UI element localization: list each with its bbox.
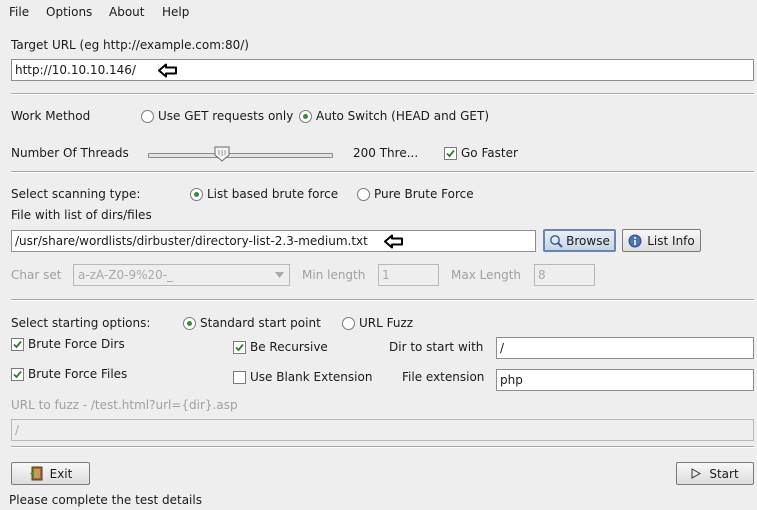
start-button[interactable]: Start [676,462,754,485]
menu-file[interactable]: File [9,5,29,19]
blank-extension-label: Use Blank Extension [250,370,373,384]
threads-slider[interactable] [148,153,333,158]
exit-label: Exit [49,466,73,481]
chevron-down-icon [275,272,284,278]
radio-url-fuzz[interactable] [342,317,355,330]
max-length-value: 8 [538,268,546,282]
arrow-left-icon [158,63,177,78]
target-url-input[interactable]: http://10.10.10.146/ [11,59,754,81]
browse-button[interactable]: Browse [543,229,616,252]
be-recursive-label: Be Recursive [250,340,328,354]
radio-list-based[interactable] [190,188,203,201]
menu-about[interactable]: About [109,5,144,19]
dir-start-input[interactable]: / [496,337,754,359]
menu-bar: File Options About Help [0,0,757,25]
status-text: Please complete the test details [9,493,202,507]
start-options-label: Select starting options: [11,316,151,330]
checkmark-icon [13,340,22,349]
work-method-label: Work Method [11,109,91,123]
blank-extension-checkbox[interactable] [233,371,246,384]
separator [11,171,754,173]
brute-force-files-label: Brute Force Files [28,367,128,381]
wordlist-input[interactable]: /usr/share/wordlists/dirbuster/directory… [11,230,536,252]
dir-start-label: Dir to start with [389,340,484,354]
menu-options[interactable]: Options [46,5,92,19]
exit-button[interactable]: Exit [11,462,90,485]
file-extension-value: php [500,373,523,387]
separator [11,93,754,95]
info-icon [628,234,642,247]
checkmark-icon [446,149,455,158]
checkmark-icon [235,343,244,352]
separator [11,299,754,301]
url-fuzz-value: / [15,423,20,437]
be-recursive-checkbox[interactable] [233,341,246,354]
checkmark-icon [13,370,22,379]
radio-standard-start[interactable] [183,317,196,330]
max-length-input[interactable]: 8 [534,264,595,286]
brute-force-files-checkbox[interactable] [11,368,24,381]
threads-label: Number Of Threads [11,146,129,160]
radio-standard-start-label: Standard start point [200,316,321,330]
url-fuzz-input[interactable]: / [11,419,754,441]
wordlist-label: File with list of dirs/files [11,208,152,222]
min-length-input[interactable]: 1 [378,264,439,286]
radio-get-only[interactable] [141,110,154,123]
play-icon [691,468,702,479]
magnifier-icon [550,234,563,248]
brute-force-dirs-checkbox[interactable] [11,338,24,351]
threads-value: 200 Thre... [353,146,419,160]
radio-url-fuzz-label: URL Fuzz [359,316,414,330]
scan-type-label: Select scanning type: [11,187,141,201]
threads-slider-thumb[interactable] [214,146,230,162]
brute-force-dirs-label: Brute Force Dirs [28,337,125,351]
go-faster-checkbox[interactable] [444,147,457,160]
dir-start-value: / [500,341,505,355]
list-info-label: List Info [647,233,695,248]
exit-door-icon [29,466,43,481]
list-info-button[interactable]: List Info [622,229,701,252]
charset-select[interactable]: a-zA-Z0-9%20-_ [73,264,290,286]
separator [11,446,754,448]
wordlist-value: /usr/share/wordlists/dirbuster/directory… [15,234,368,248]
go-faster-label: Go Faster [461,146,518,160]
radio-auto-switch-label: Auto Switch (HEAD and GET) [316,109,489,123]
file-extension-label: File extension [402,370,485,384]
target-url-value: http://10.10.10.146/ [15,63,136,77]
start-label: Start [709,466,739,481]
file-extension-input[interactable]: php [496,369,754,391]
charset-value: a-zA-Z0-9%20-_ [78,268,174,282]
target-url-label: Target URL (eg http://example.com:80/) [11,38,249,52]
menu-help[interactable]: Help [162,5,189,19]
min-length-label: Min length [302,268,366,282]
radio-get-only-label: Use GET requests only [158,109,294,123]
radio-pure-brute[interactable] [357,188,370,201]
arrow-left-icon [384,234,403,249]
url-fuzz-label: URL to fuzz - /test.html?url={dir}.asp [11,398,238,412]
charset-label: Char set [11,268,62,282]
radio-auto-switch[interactable] [299,110,312,123]
radio-list-based-label: List based brute force [207,187,339,201]
min-length-value: 1 [382,268,390,282]
browse-label: Browse [566,233,610,248]
max-length-label: Max Length [451,268,522,282]
radio-pure-brute-label: Pure Brute Force [374,187,474,201]
